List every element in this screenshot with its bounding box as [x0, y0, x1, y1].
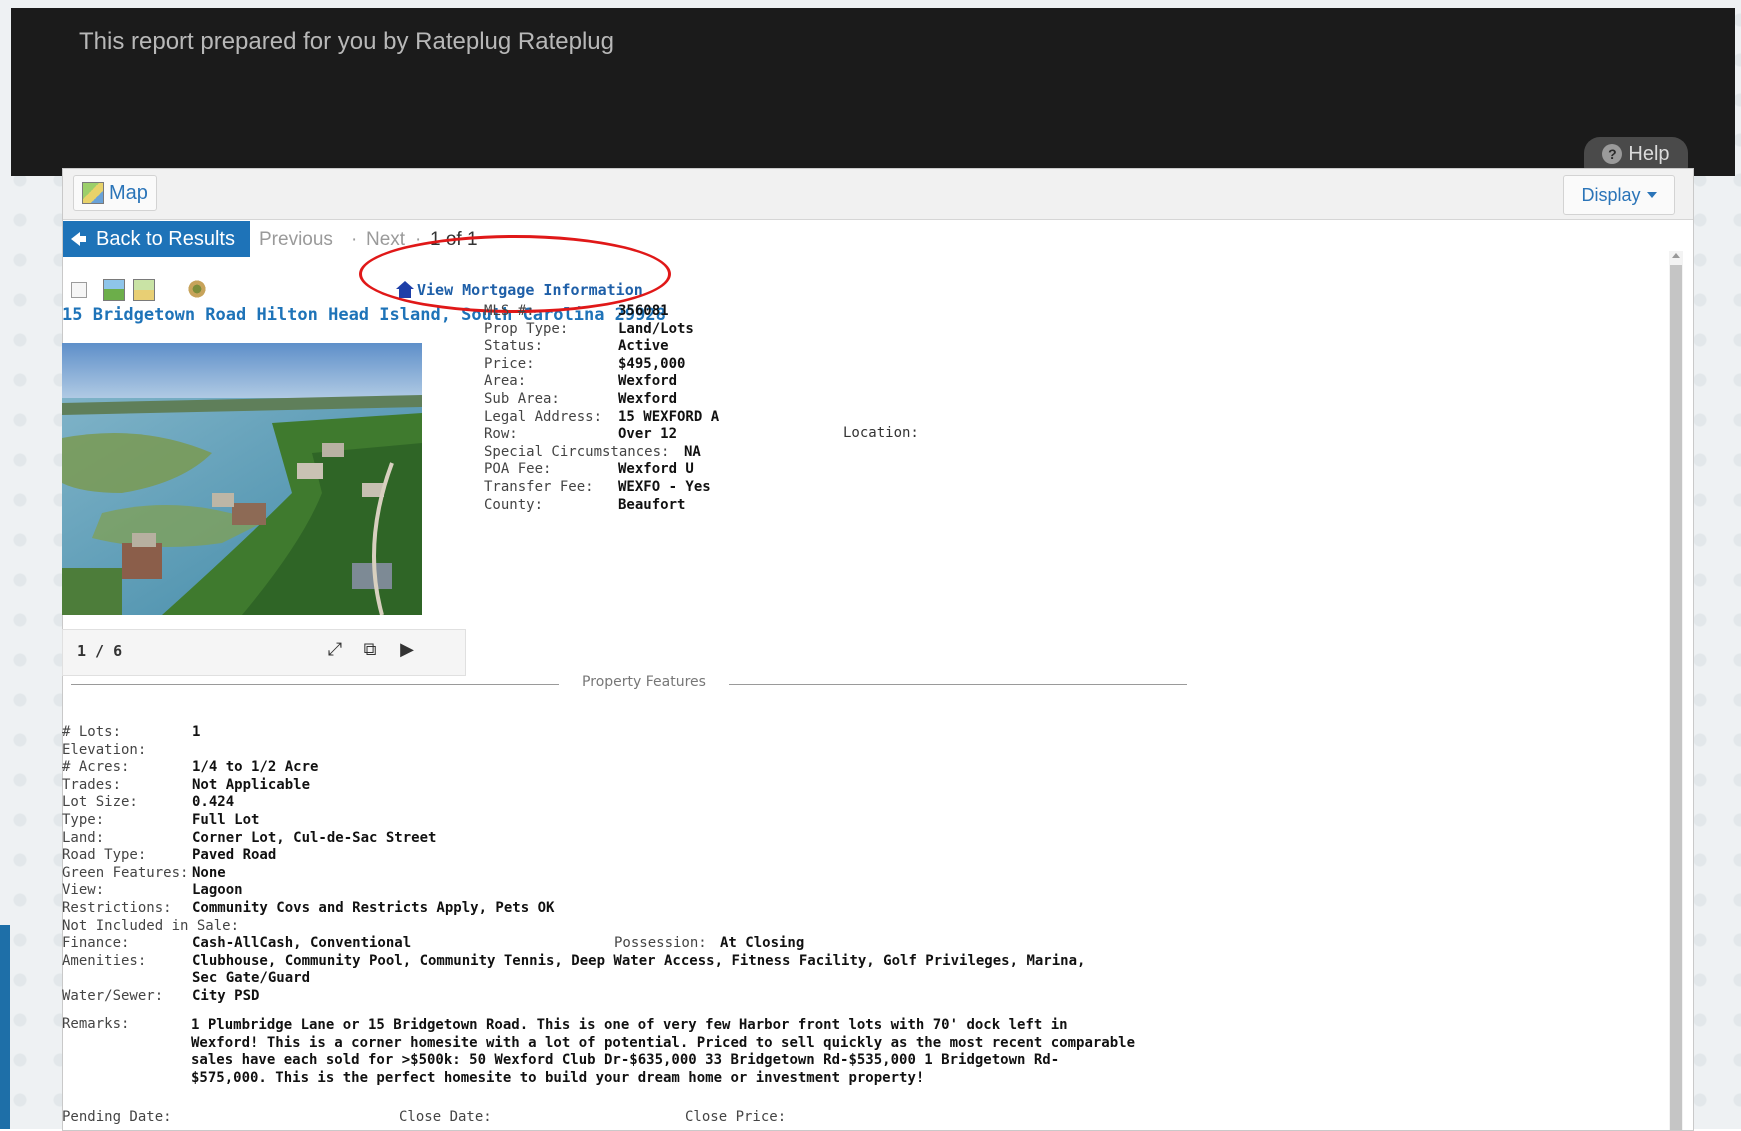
photo-controls: 1 / 6 ⤢ ⧉ ▶ [62, 629, 466, 676]
virtual-tour-icon[interactable] [187, 279, 207, 299]
remarks-text: 1 Plumbridge Lane or 15 Bridgetown Road.… [191, 1017, 1136, 1086]
pending-date-label: Pending Date: [62, 1109, 172, 1125]
property-features-heading: Property Features [582, 674, 706, 690]
divider-line [729, 684, 1187, 685]
toolbar: Map Display [63, 169, 1693, 220]
listing-action-icons [71, 279, 271, 303]
location-label: Location: [843, 425, 919, 441]
previous-link[interactable]: Previous [259, 229, 333, 251]
listing-panel: Map Display Back to Results Previous · N… [62, 168, 1694, 1131]
report-title: This report prepared for you by Rateplug… [79, 28, 614, 55]
help-button[interactable]: ? Help [1584, 137, 1688, 171]
nav-separator: · [351, 229, 358, 250]
back-label: Back to Results [96, 227, 235, 250]
question-icon: ? [1602, 144, 1623, 164]
remarks-label: Remarks: [62, 1016, 130, 1032]
scroll-up-arrow-icon[interactable] [1672, 253, 1680, 258]
map-icon [82, 182, 104, 204]
back-to-results-button[interactable]: Back to Results [63, 221, 250, 257]
map-label: Map [109, 181, 148, 204]
divider-line [71, 684, 559, 685]
map-button[interactable]: Map [73, 175, 157, 211]
aerial-photo-graphic [62, 343, 422, 615]
report-header: This report prepared for you by Rateplug… [11, 8, 1735, 176]
popout-icon[interactable]: ⧉ [360, 640, 380, 660]
photo-counter: 1 / 6 [77, 642, 123, 660]
left-accent-bar [0, 925, 10, 1129]
caret-down-icon [1646, 192, 1657, 198]
close-date-label: Close Date: [399, 1109, 492, 1125]
display-label: Display [1581, 184, 1641, 205]
scrollbar-thumb[interactable] [1670, 265, 1682, 1130]
fullscreen-icon[interactable]: ⤢ [325, 640, 345, 660]
close-price-label: Close Price: [685, 1109, 787, 1125]
image-gallery-icon[interactable] [133, 279, 155, 301]
property-features-divider: Property Features [71, 674, 1187, 694]
property-photo[interactable] [62, 343, 422, 615]
photo-icon[interactable] [103, 279, 125, 301]
select-checkbox[interactable] [71, 282, 87, 298]
next-photo-arrow-icon[interactable]: ▶ [397, 640, 417, 660]
help-label: Help [1628, 142, 1670, 165]
display-dropdown[interactable]: Display [1563, 175, 1675, 215]
possession-value: At Closing [720, 935, 805, 952]
possession-label: Possession: [614, 935, 707, 952]
arrow-left-icon [71, 232, 86, 246]
